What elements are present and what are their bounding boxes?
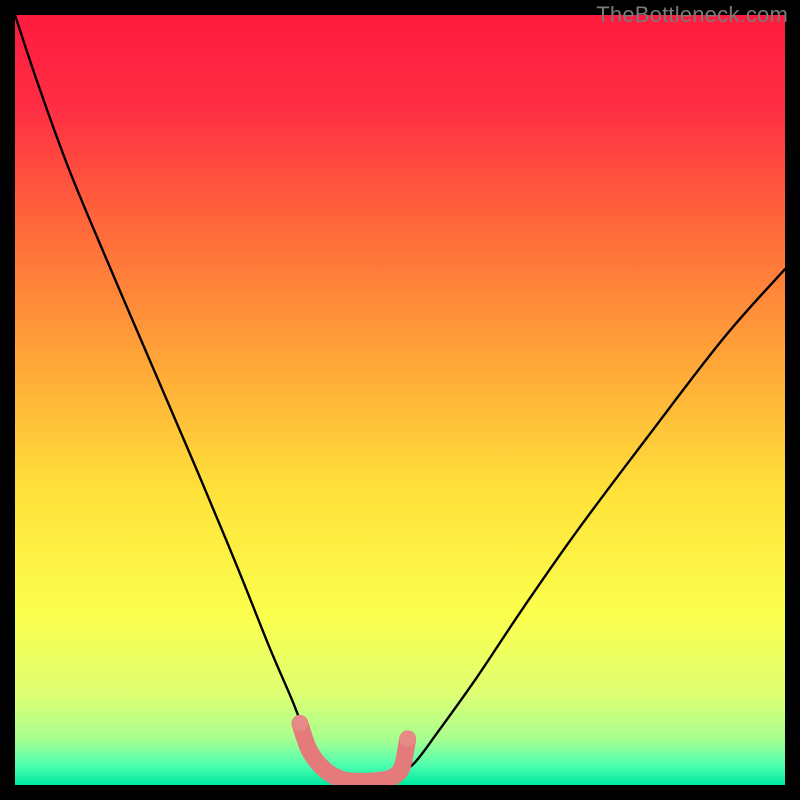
chart-stage: TheBottleneck.com <box>0 0 800 800</box>
watermark-text: TheBottleneck.com <box>596 2 788 28</box>
optimal-range-dot-right <box>400 731 416 747</box>
optimal-range-dot-left <box>292 715 308 731</box>
gradient-background <box>15 15 785 785</box>
chart-svg <box>15 15 785 785</box>
plot-area <box>15 15 785 785</box>
